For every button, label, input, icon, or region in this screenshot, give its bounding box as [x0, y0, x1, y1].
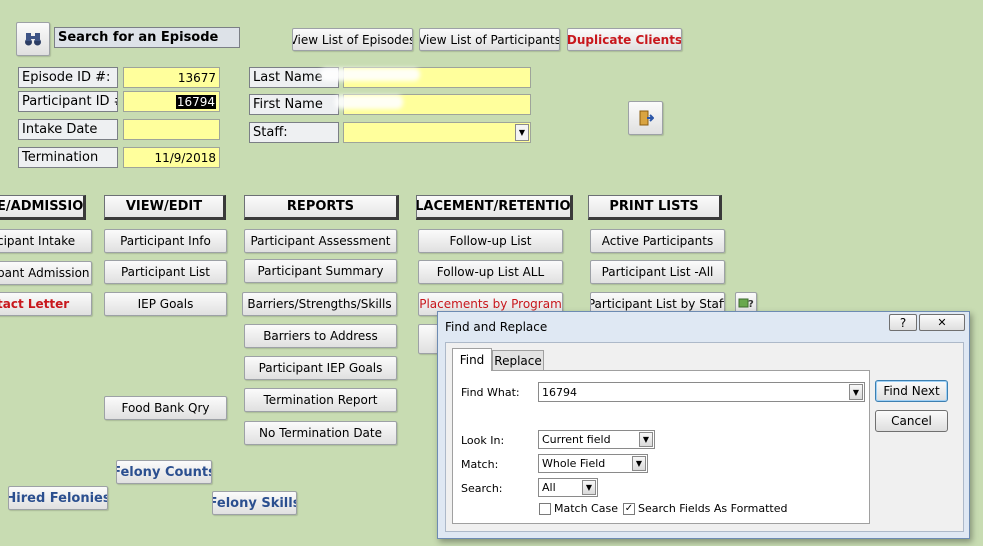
- header-intake-admission: E/ADMISSION: [0, 195, 86, 220]
- follow-up-list-button[interactable]: Follow-up List: [418, 229, 563, 253]
- chevron-down-icon[interactable]: ▼: [632, 456, 646, 471]
- search-label: Search:: [461, 482, 503, 495]
- search-formatted-option[interactable]: ✓ Search Fields As Formatted: [623, 502, 787, 515]
- search-formatted-checkbox[interactable]: ✓: [623, 502, 635, 515]
- match-case-label: Match Case: [554, 502, 618, 515]
- look-in-value: Current field: [542, 433, 611, 446]
- match-select[interactable]: Whole Field ▼: [538, 454, 648, 473]
- episode-id-field[interactable]: 13677: [123, 67, 220, 88]
- intake-date-label: Intake Date: [18, 119, 118, 140]
- food-bank-query-button[interactable]: Food Bank Qry: [104, 396, 227, 420]
- header-placement-retention: PLACEMENT/RETENTION: [416, 195, 573, 220]
- chevron-down-icon[interactable]: ▼: [849, 384, 863, 400]
- find-what-value: 16794: [542, 385, 577, 399]
- no-termination-date-button[interactable]: No Termination Date: [244, 421, 397, 445]
- participant-intake-button[interactable]: cipant Intake: [0, 229, 92, 253]
- participant-info-button[interactable]: Participant Info: [104, 229, 227, 253]
- barriers-to-address-button[interactable]: Barriers to Address: [244, 324, 397, 348]
- participant-id-field[interactable]: 16794: [123, 91, 220, 112]
- follow-up-list-all-button[interactable]: Follow-up List ALL: [418, 260, 563, 284]
- contact-letter-button[interactable]: tact Letter: [0, 292, 92, 316]
- find-next-button[interactable]: Find Next: [875, 380, 948, 402]
- svg-text:?: ?: [748, 299, 754, 310]
- search-select[interactable]: All ▼: [538, 478, 598, 497]
- termination-field[interactable]: 11/9/2018: [123, 147, 220, 168]
- search-value: All: [542, 481, 556, 494]
- chevron-down-icon[interactable]: ▼: [582, 480, 596, 495]
- participant-id-selected: 16794: [175, 94, 216, 109]
- last-name-redaction: [320, 68, 420, 81]
- search-episode-button[interactable]: [16, 22, 50, 56]
- participant-assessment-button[interactable]: Participant Assessment: [244, 229, 397, 253]
- felony-skills-button[interactable]: Felony Skills: [212, 491, 297, 515]
- participant-admission-button[interactable]: pant Admission: [0, 261, 92, 285]
- chevron-down-icon[interactable]: ▼: [515, 124, 529, 141]
- query-wand-icon: ?: [738, 298, 754, 310]
- header-reports: REPORTS: [244, 195, 399, 220]
- find-what-label: Find What:: [461, 386, 520, 399]
- participant-id-label: Participant ID #: [18, 91, 118, 112]
- look-in-select[interactable]: Current field ▼: [538, 430, 655, 449]
- tab-find[interactable]: Find: [452, 348, 492, 371]
- view-participants-button[interactable]: View List of Participants: [419, 28, 560, 51]
- look-in-label: Look In:: [461, 434, 505, 447]
- felony-counts-button[interactable]: Felony Counts: [116, 460, 212, 484]
- header-print-lists: PRINT LISTS: [588, 195, 722, 220]
- duplicate-clients-button[interactable]: Duplicate Clients: [567, 28, 682, 51]
- intake-date-field[interactable]: [123, 119, 220, 140]
- search-formatted-label: Search Fields As Formatted: [638, 502, 788, 515]
- tab-replace[interactable]: Replace: [492, 350, 544, 371]
- cancel-button[interactable]: Cancel: [875, 410, 948, 432]
- search-episode-title: Search for an Episode: [54, 27, 240, 48]
- participant-iep-goals-button[interactable]: Participant IEP Goals: [244, 356, 397, 380]
- match-case-checkbox[interactable]: [539, 502, 551, 515]
- participant-list-button[interactable]: Participant List: [104, 260, 227, 284]
- match-label: Match:: [461, 458, 499, 471]
- participant-summary-button[interactable]: Participant Summary: [244, 259, 397, 283]
- close-icon[interactable]: ✕: [919, 314, 965, 331]
- header-view-edit: VIEW/EDIT: [104, 195, 226, 220]
- iep-goals-button[interactable]: IEP Goals: [104, 292, 227, 316]
- staff-dropdown[interactable]: ▼: [343, 122, 531, 143]
- dialog-body: Find Replace Find What: 16794 ▼ Look In:…: [445, 342, 964, 532]
- active-participants-button[interactable]: Active Participants: [590, 229, 725, 253]
- find-panel: Find What: 16794 ▼ Look In: Current fiel…: [452, 370, 870, 524]
- participant-list-all-button[interactable]: Participant List -All: [590, 260, 725, 284]
- dialog-title: Find and Replace: [445, 320, 548, 334]
- first-name-redaction: [335, 95, 403, 109]
- exit-button[interactable]: [628, 101, 663, 135]
- help-button[interactable]: ?: [889, 314, 917, 331]
- termination-label: Termination: [18, 147, 118, 168]
- match-case-option[interactable]: Match Case: [539, 502, 618, 515]
- match-value: Whole Field: [542, 457, 606, 470]
- exit-door-icon: [639, 110, 654, 126]
- find-replace-dialog: Find and Replace ? ✕ Find Replace Find W…: [437, 311, 970, 539]
- staff-label: Staff:: [249, 122, 339, 143]
- episode-id-label: Episode ID #:: [18, 67, 118, 88]
- barriers-strengths-skills-button[interactable]: Barriers/Strengths/Skills: [242, 292, 397, 316]
- binoculars-icon: [25, 33, 41, 46]
- first-name-label: First Name: [249, 94, 339, 115]
- view-episodes-button[interactable]: View List of Episodes: [292, 28, 413, 51]
- find-what-input[interactable]: 16794 ▼: [538, 382, 865, 402]
- hired-felonies-button[interactable]: Hired Felonies: [8, 486, 108, 510]
- termination-report-button[interactable]: Termination Report: [244, 388, 397, 412]
- chevron-down-icon[interactable]: ▼: [639, 432, 653, 447]
